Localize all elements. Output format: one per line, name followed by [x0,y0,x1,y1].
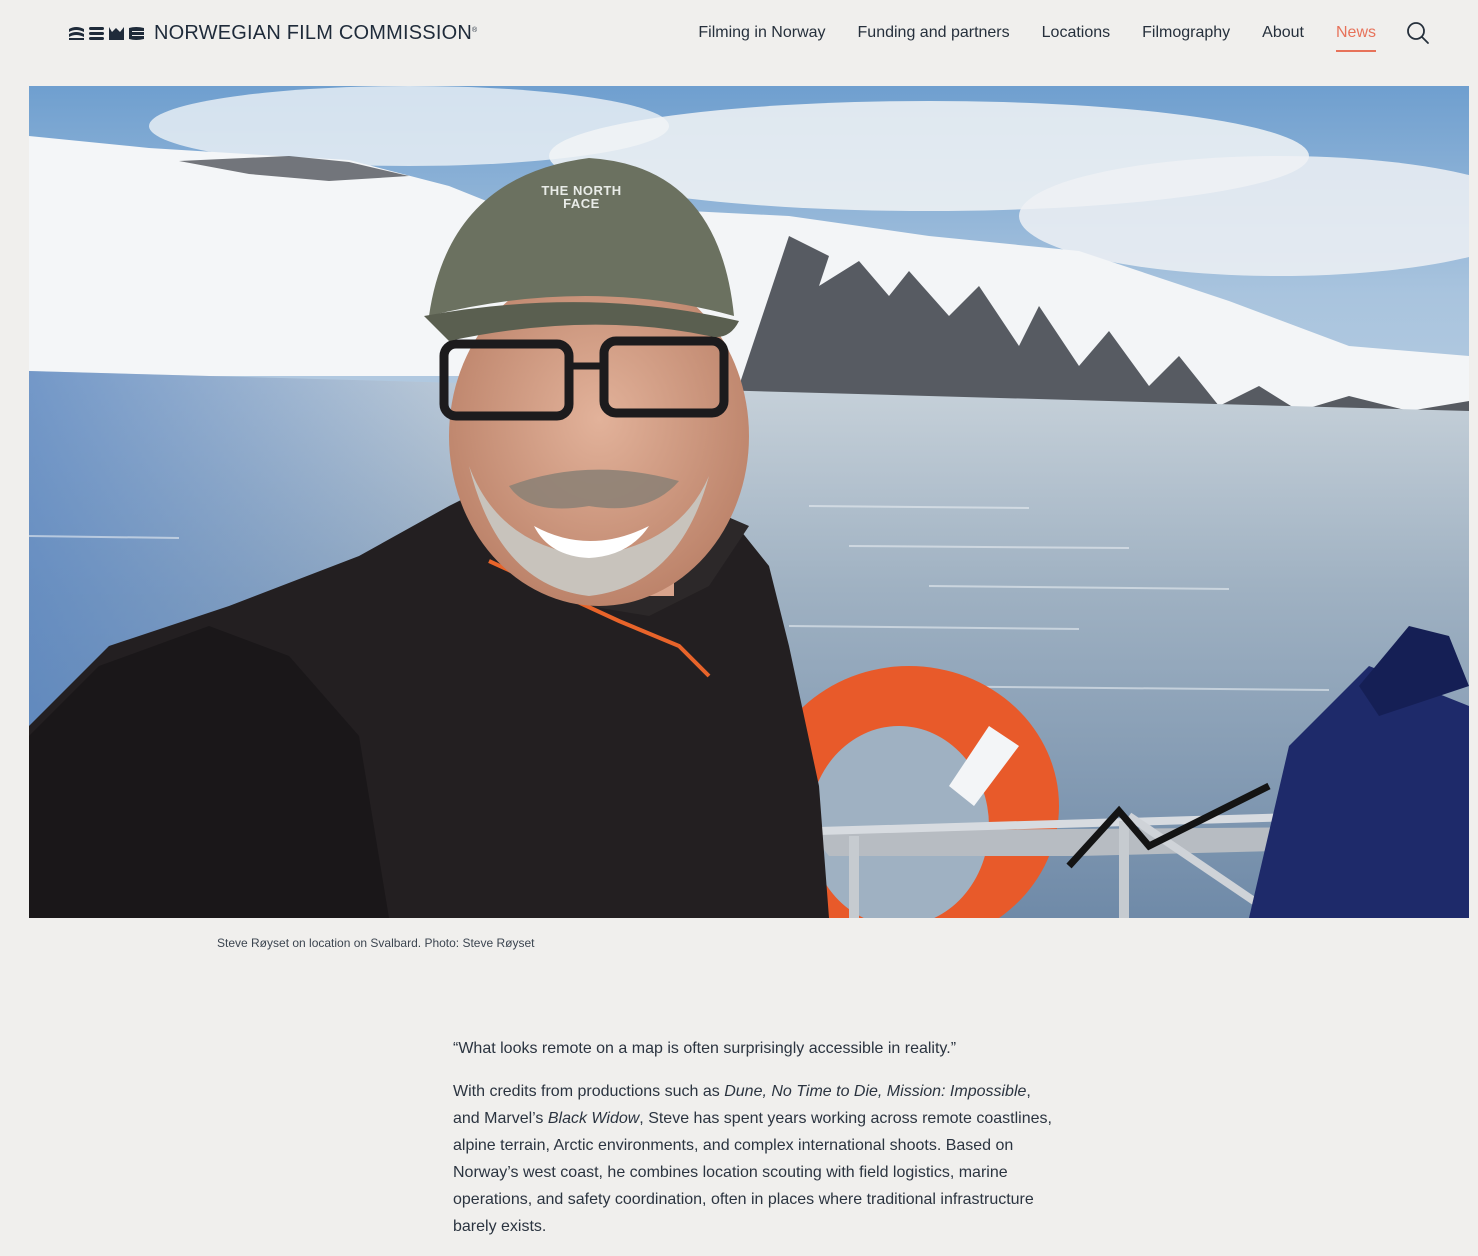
nav-filming-in-norway[interactable]: Filming in Norway [698,22,825,44]
article-quote: “What looks remote on a map is often sur… [453,1040,957,1057]
search-icon [1407,22,1429,44]
cap-logo-text: THE NORTH FACE [541,183,622,211]
nfc-logo-mark-icon [68,26,145,41]
paragraph-text: , Steve has spent years working across r… [453,1110,1052,1235]
article-paragraph: With credits from productions such as Du… [453,1078,1053,1240]
hero-photo-illustration [29,86,1469,918]
article-body: “What looks remote on a map is often sur… [453,1035,1053,1256]
nav-locations[interactable]: Locations [1042,22,1111,44]
nav-funding-and-partners[interactable]: Funding and partners [858,22,1010,44]
paragraph-text: With credits from productions such as [453,1083,725,1100]
film-titles: Dune, No Time to Die, Mission: Impossibl… [724,1083,1027,1100]
brand-name: NORWEGIAN FILM COMMISSION® [154,22,478,44]
film-title: Black Widow [547,1110,640,1127]
site-header: NORWEGIAN FILM COMMISSION® Filming in No… [0,0,1478,86]
nav-about[interactable]: About [1262,22,1304,44]
photo-caption: Steve Røyset on location on Svalbard. Ph… [217,936,535,950]
search-button[interactable] [1405,20,1431,46]
hero-photo: THE NORTH FACE [29,86,1469,918]
site-logo[interactable]: NORWEGIAN FILM COMMISSION® [68,21,477,45]
nav-news[interactable]: News [1335,22,1377,52]
main-nav: Filming in Norway Funding and partners L… [698,22,1377,52]
nav-filmography[interactable]: Filmography [1142,22,1230,44]
